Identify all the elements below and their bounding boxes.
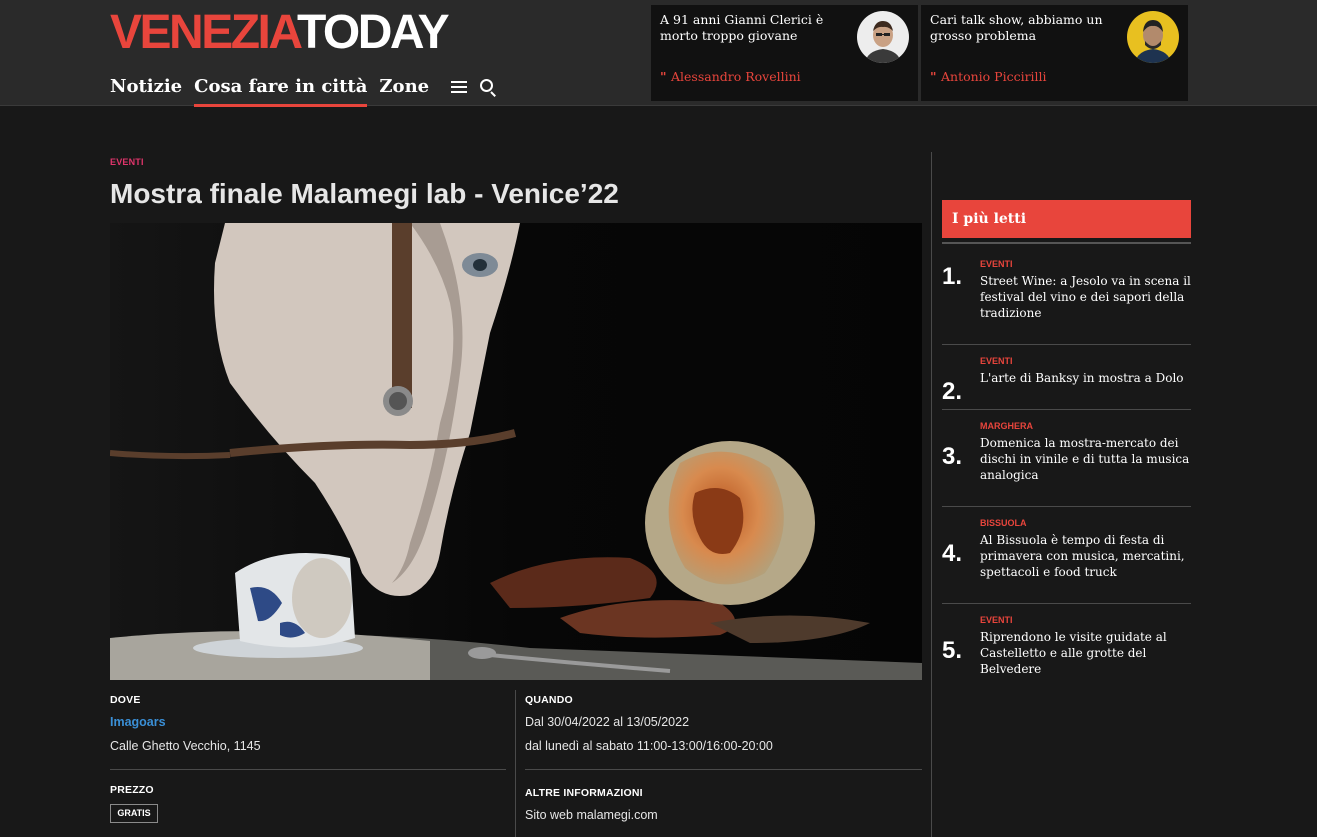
date-range: Dal 30/04/2022 al 13/05/2022 — [525, 715, 690, 729]
info-divider — [525, 769, 922, 770]
quote-icon: " — [660, 69, 667, 84]
website-link[interactable]: malamegi.com — [576, 808, 657, 822]
rank-number: 4. — [942, 540, 963, 567]
opinion-card[interactable]: A 91 anni Gianni Clerici è morto troppo … — [651, 5, 918, 101]
price-badge: GRATIS — [110, 804, 158, 823]
rank-category[interactable]: EVENTI — [980, 356, 1013, 366]
page-title: Mostra finale Malamegi lab - Venice’22 — [110, 178, 619, 209]
main-nav: Notizie Cosa fare in città Zone — [110, 74, 497, 107]
search-icon[interactable] — [477, 76, 497, 98]
prezzo-label: PREZZO — [110, 784, 154, 796]
schedule: dal lunedì al sabato 11:00-13:00/16:00-2… — [525, 739, 773, 753]
website-line: Sito web malamegi.com — [525, 808, 658, 822]
rank-divider — [942, 603, 1191, 604]
rank-category[interactable]: EVENTI — [980, 615, 1013, 625]
sidebar-rule — [942, 242, 1191, 244]
rank-category[interactable]: EVENTI — [980, 259, 1013, 269]
dove-label: DOVE — [110, 694, 141, 706]
most-read-item[interactable]: 2. EVENTI L'arte di Banksy in mostra a D… — [942, 356, 1191, 410]
hero-image — [110, 223, 922, 680]
rank-category[interactable]: MARGHERA — [980, 421, 1033, 431]
nav-item-zone[interactable]: Zone — [379, 74, 429, 107]
avatar — [1127, 11, 1179, 63]
rank-divider — [942, 344, 1191, 345]
rank-divider — [942, 409, 1191, 410]
most-read-item[interactable]: 3. MARGHERA Domenica la mostra-mercato d… — [942, 421, 1191, 507]
most-read-item[interactable]: 4. BISSUOLA Al Bissuola è tempo di festa… — [942, 518, 1191, 604]
most-read-item[interactable]: 5. EVENTI Riprendono le visite guidate a… — [942, 615, 1191, 677]
venue-address: Calle Ghetto Vecchio, 1145 — [110, 739, 261, 753]
nav-item-cosa-fare[interactable]: Cosa fare in città — [194, 74, 368, 107]
rank-number: 2. — [942, 378, 963, 405]
most-read-heading: I più letti — [942, 200, 1191, 238]
rank-number: 5. — [942, 637, 963, 664]
site-header: VENEZIATODAY Notizie Cosa fare in città … — [0, 0, 1317, 107]
rank-title[interactable]: Al Bissuola è tempo di festa di primaver… — [980, 532, 1191, 580]
altre-info-label: ALTRE INFORMAZIONI — [525, 787, 643, 799]
site-logo[interactable]: VENEZIATODAY — [110, 8, 450, 58]
menu-icon[interactable] — [449, 76, 469, 98]
rank-category[interactable]: BISSUOLA — [980, 518, 1027, 528]
opinion-author: " Alessandro Rovellini — [660, 69, 801, 84]
quando-label: QUANDO — [525, 694, 573, 706]
venue-link[interactable]: Imagoars — [110, 715, 166, 729]
sidebar-separator — [931, 152, 932, 837]
rank-number: 1. — [942, 263, 963, 290]
rank-title[interactable]: Riprendono le visite guidate al Castelle… — [980, 629, 1191, 677]
rank-title[interactable]: Street Wine: a Jesolo va in scena il fes… — [980, 273, 1191, 321]
avatar — [857, 11, 909, 63]
rank-title[interactable]: Domenica la mostra-mercato dei dischi in… — [980, 435, 1191, 483]
nav-item-notizie[interactable]: Notizie — [110, 74, 182, 107]
quote-icon: " — [930, 69, 937, 84]
most-read-item[interactable]: 1. EVENTI Street Wine: a Jesolo va in sc… — [942, 259, 1191, 345]
rank-divider — [942, 506, 1191, 507]
info-divider — [110, 769, 506, 770]
info-divider-vertical — [515, 690, 516, 837]
rank-title[interactable]: L'arte di Banksy in mostra a Dolo — [980, 370, 1191, 386]
article-category[interactable]: EVENTI — [110, 157, 144, 167]
opinion-headline[interactable]: A 91 anni Gianni Clerici è morto troppo … — [660, 12, 850, 44]
rank-number: 3. — [942, 443, 963, 470]
opinion-author: " Antonio Piccirilli — [930, 69, 1047, 84]
opinion-headline[interactable]: Cari talk show, abbiamo un grosso proble… — [930, 12, 1120, 44]
opinion-card[interactable]: Cari talk show, abbiamo un grosso proble… — [921, 5, 1188, 101]
